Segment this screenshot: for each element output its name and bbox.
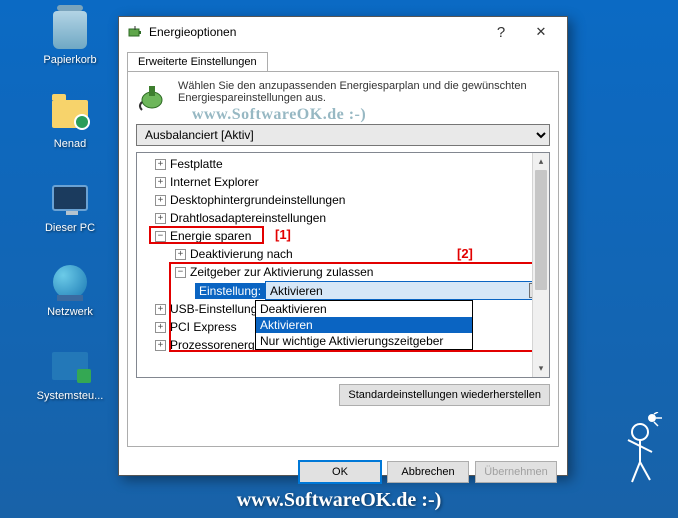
apply-button: Übernehmen xyxy=(475,461,557,483)
desktop-icon-this-pc[interactable]: Dieser PC xyxy=(30,178,110,234)
desktop-icon-network[interactable]: Netzwerk xyxy=(30,262,110,318)
battery-plug-icon xyxy=(136,80,170,114)
desktop-icon-label: Systemsteu... xyxy=(30,390,110,402)
battery-icon xyxy=(127,24,143,40)
watermark-bottom: www.SoftwareOK.de :-) xyxy=(0,489,678,512)
desktop-icon-label: Netzwerk xyxy=(30,306,110,318)
annotation-box-2 xyxy=(169,262,541,352)
dialog-button-row: OK Abbrechen Übernehmen xyxy=(119,455,567,491)
expand-icon[interactable]: + xyxy=(155,195,166,206)
control-panel-icon xyxy=(50,346,90,386)
folder-icon xyxy=(50,94,90,134)
scroll-thumb[interactable] xyxy=(535,170,547,290)
tab-panel: Wählen Sie den anzupassenden Energiespar… xyxy=(127,71,559,447)
expand-icon[interactable]: + xyxy=(155,304,166,315)
tabstrip: Erweiterte Einstellungen xyxy=(119,47,567,71)
cancel-button[interactable]: Abbrechen xyxy=(387,461,469,483)
ok-button[interactable]: OK xyxy=(299,461,381,483)
scroll-up-icon[interactable]: ▴ xyxy=(533,153,549,170)
tree-item-wlan[interactable]: +Drahtlosadaptereinstellungen xyxy=(141,209,547,227)
tree-item-ie[interactable]: +Internet Explorer xyxy=(141,173,547,191)
power-plan-select[interactable]: Ausbalanciert [Aktiv] xyxy=(136,124,550,146)
desktop-icon-label: Dieser PC xyxy=(30,222,110,234)
window-title: Energieoptionen xyxy=(149,25,481,39)
expand-icon[interactable]: + xyxy=(155,177,166,188)
desktop-icon-label: Papierkorb xyxy=(30,54,110,66)
monitor-icon xyxy=(50,178,90,218)
desktop-icon-user-folder[interactable]: Nenad xyxy=(30,94,110,150)
energy-options-dialog: Energieoptionen ? ✕ Erweiterte Einstellu… xyxy=(118,16,568,476)
help-button[interactable]: ? xyxy=(481,18,521,46)
globe-icon xyxy=(50,262,90,302)
expand-icon[interactable]: + xyxy=(155,340,166,351)
tree-item-festplatte[interactable]: +Festplatte xyxy=(141,155,547,173)
desktop-icon-recycle-bin[interactable]: Papierkorb xyxy=(30,10,110,66)
thinker-doodle-icon xyxy=(610,412,670,492)
recycle-bin-icon xyxy=(50,10,90,50)
expand-icon[interactable]: + xyxy=(155,322,166,333)
expand-icon[interactable]: + xyxy=(175,249,186,260)
tree-scrollbar[interactable]: ▴ ▾ xyxy=(532,153,549,377)
scroll-down-icon[interactable]: ▾ xyxy=(533,360,549,377)
annotation-label-2: [2] xyxy=(457,246,473,261)
expand-icon[interactable]: + xyxy=(155,213,166,224)
expand-icon[interactable]: + xyxy=(155,159,166,170)
watermark-text: www.SoftwareOK.de :-) xyxy=(192,106,366,124)
tree-item-deaktivierung[interactable]: +Deaktivierung nach xyxy=(141,245,547,263)
tree-item-desktopbg[interactable]: +Desktophintergrundeinstellungen xyxy=(141,191,547,209)
desktop-icon-control-panel[interactable]: Systemsteu... xyxy=(30,346,110,402)
close-button[interactable]: ✕ xyxy=(521,18,561,46)
settings-tree[interactable]: +Festplatte +Internet Explorer +Desktoph… xyxy=(136,152,550,378)
desktop-icon-label: Nenad xyxy=(30,138,110,150)
annotation-label-1: [1] xyxy=(275,227,291,242)
tab-advanced-settings[interactable]: Erweiterte Einstellungen xyxy=(127,52,268,72)
titlebar[interactable]: Energieoptionen ? ✕ xyxy=(119,17,567,47)
annotation-box-1 xyxy=(149,226,264,244)
restore-defaults-button[interactable]: Standardeinstellungen wiederherstellen xyxy=(339,384,550,406)
